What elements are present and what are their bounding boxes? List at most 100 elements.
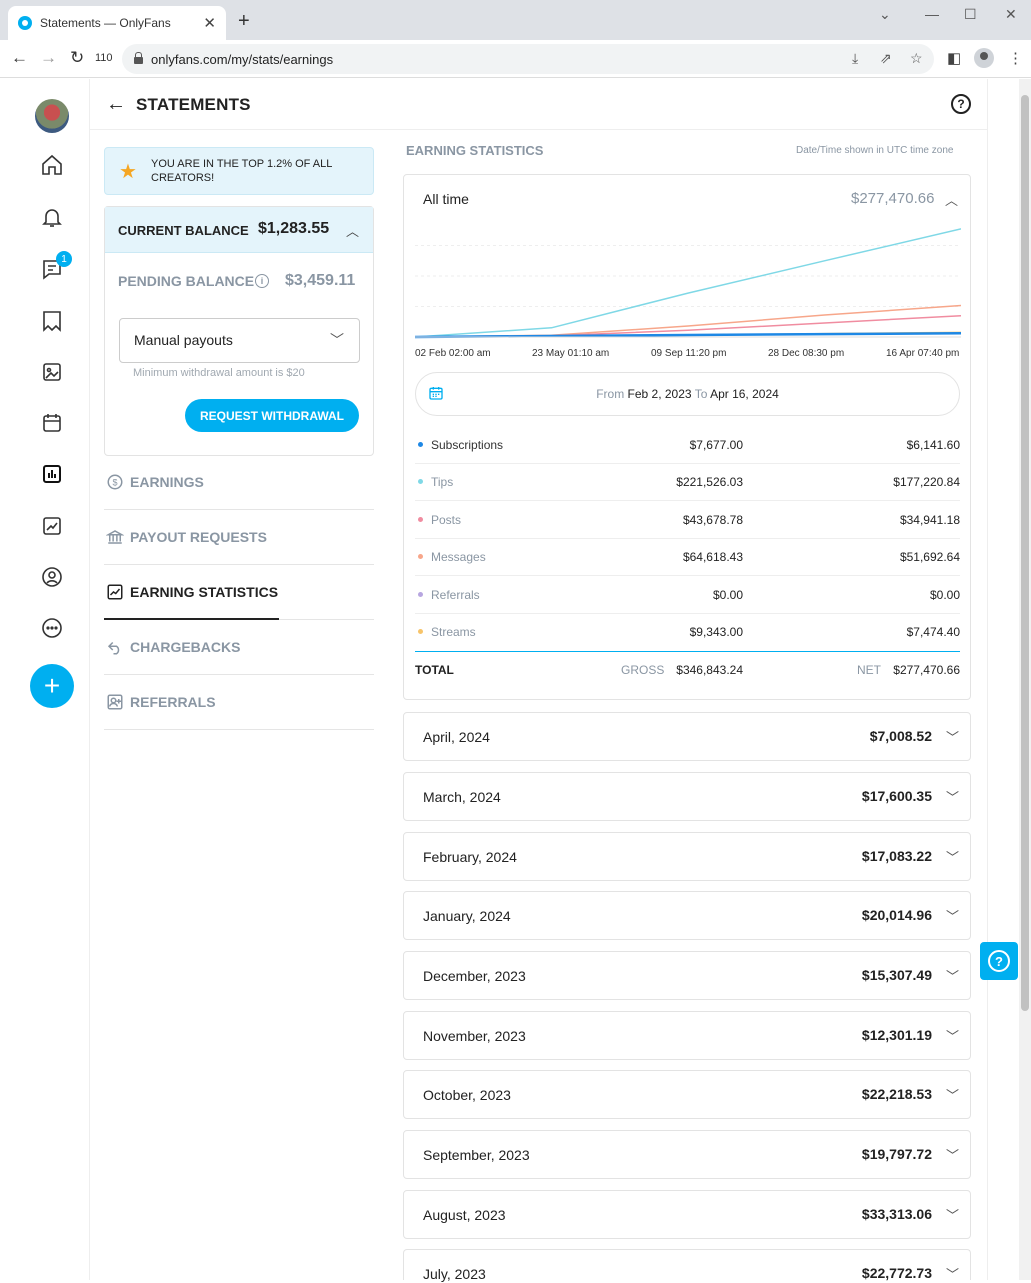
- earnings-line-chart: [415, 228, 961, 339]
- url-text[interactable]: onlyfans.com/my/stats/earnings: [151, 52, 333, 67]
- scrollbar-thumb[interactable]: [1021, 95, 1029, 1011]
- row-gross: $9,343.00: [689, 625, 743, 639]
- new-tab-button[interactable]: +: [238, 10, 250, 33]
- month-card[interactable]: August, 2023 $33,313.06 ﹀: [403, 1190, 971, 1239]
- x-tick-label: 09 Sep 11:20 pm: [651, 348, 727, 359]
- row-name: Tips: [431, 475, 454, 489]
- month-card[interactable]: July, 2023 $22,772.73 ﹀: [403, 1249, 971, 1283]
- total-label: TOTAL: [415, 663, 454, 677]
- month-card[interactable]: January, 2024 $20,014.96 ﹀: [403, 891, 971, 940]
- back-arrow-icon[interactable]: ←: [106, 93, 126, 116]
- minimum-withdrawal-note: Minimum withdrawal amount is $20: [133, 367, 305, 379]
- nav-item-earnings[interactable]: $ EARNINGS: [104, 455, 374, 510]
- maximize-icon[interactable]: ☐: [964, 6, 977, 23]
- chevron-up-icon[interactable]: ︿: [346, 221, 359, 240]
- month-amount: $15,307.49: [861, 967, 932, 983]
- x-tick-label: 23 May 01:10 am: [532, 348, 610, 359]
- date-range-picker[interactable]: From Feb 2, 2023 To Apr 16, 2024: [415, 372, 960, 416]
- forward-icon[interactable]: →: [40, 48, 57, 68]
- month-card[interactable]: October, 2023 $22,218.53 ﹀: [403, 1070, 971, 1119]
- statistics-icon[interactable]: [38, 460, 66, 488]
- month-amount: $7,008.52: [869, 728, 932, 744]
- close-tab-icon[interactable]: ✕: [203, 14, 216, 32]
- chevron-up-icon[interactable]: ︿: [945, 190, 958, 209]
- total-net: $277,470.66: [893, 663, 960, 677]
- menu-kebab-icon[interactable]: ⋮: [1008, 49, 1023, 67]
- month-card[interactable]: November, 2023 $12,301.19 ﹀: [403, 1011, 971, 1060]
- row-name: Posts: [431, 513, 462, 527]
- request-withdrawal-button[interactable]: REQUEST WITHDRAWAL: [185, 399, 359, 432]
- row-net: $6,141.60: [906, 438, 960, 452]
- nav-item-chargebacks[interactable]: CHARGEBACKS: [104, 620, 374, 675]
- series-dot: [418, 479, 423, 484]
- help-icon[interactable]: ?: [951, 94, 971, 114]
- profile-circle-icon[interactable]: [38, 563, 66, 591]
- info-icon[interactable]: i: [255, 274, 269, 288]
- chevron-down-icon[interactable]: ﹀: [946, 1026, 959, 1045]
- top-creator-banner: ★ YOU ARE IN THE TOP 1.2% OF ALL CREATOR…: [104, 147, 374, 195]
- chevron-down-icon[interactable]: ﹀: [946, 847, 959, 866]
- nav-item-referrals[interactable]: REFERRALS: [104, 675, 374, 730]
- nav-label: EARNING STATISTICS: [130, 584, 279, 600]
- chevron-down-icon[interactable]: ﹀: [946, 787, 959, 806]
- current-balance-header[interactable]: CURRENT BALANCE $1,283.55 ︿: [105, 207, 373, 253]
- month-card[interactable]: February, 2024 $17,083.22 ﹀: [403, 832, 971, 881]
- chevron-down-icon[interactable]: ﹀: [946, 966, 959, 985]
- payout-method-select[interactable]: Manual payouts ﹀: [119, 318, 360, 363]
- browser-tab[interactable]: Statements — OnlyFans ✕: [8, 6, 226, 40]
- row-gross: $64,618.43: [682, 550, 743, 564]
- install-icon[interactable]: ⤓: [852, 50, 858, 67]
- chevron-down-icon[interactable]: ﹀: [946, 1205, 959, 1224]
- tab-search-icon[interactable]: ⌄: [879, 6, 891, 23]
- collections-bookmark-icon[interactable]: [38, 307, 66, 335]
- new-post-button[interactable]: +: [30, 664, 74, 708]
- month-card[interactable]: December, 2023 $15,307.49 ﹀: [403, 951, 971, 1000]
- bookmark-star-icon[interactable]: ☆: [910, 50, 923, 67]
- profile-avatar-icon[interactable]: [974, 48, 994, 68]
- nav-label: PAYOUT REQUESTS: [130, 529, 267, 545]
- page-scrollbar[interactable]: [1019, 79, 1031, 1280]
- chevron-down-icon[interactable]: ﹀: [946, 1264, 959, 1283]
- row-name: Referrals: [431, 588, 480, 602]
- chevron-down-icon[interactable]: ﹀: [946, 727, 959, 746]
- chevron-down-icon[interactable]: ﹀: [946, 1085, 959, 1104]
- tab-title: Statements — OnlyFans: [40, 16, 171, 30]
- lock-icon: [134, 52, 143, 64]
- nav-item-earning-statistics[interactable]: EARNING STATISTICS: [104, 565, 374, 620]
- close-window-icon[interactable]: ✕: [1005, 6, 1017, 23]
- minimize-icon[interactable]: —: [925, 6, 939, 22]
- bell-icon[interactable]: [38, 203, 66, 231]
- month-card[interactable]: September, 2023 $19,797.72 ﹀: [403, 1130, 971, 1179]
- payout-method-value: Manual payouts: [134, 332, 233, 348]
- tab-count: 110: [95, 52, 113, 64]
- more-options-icon[interactable]: [38, 614, 66, 642]
- month-amount: $33,313.06: [861, 1206, 932, 1222]
- back-icon[interactable]: ←: [11, 48, 28, 68]
- row-name: Subscriptions: [431, 438, 504, 452]
- side-panel-icon[interactable]: ◧: [947, 49, 961, 67]
- month-amount: $22,772.73: [861, 1265, 932, 1281]
- period-label[interactable]: All time: [423, 191, 469, 207]
- nav-item-payout-requests[interactable]: PAYOUT REQUESTS: [104, 510, 374, 565]
- user-avatar[interactable]: [35, 99, 69, 133]
- x-tick-label: 28 Dec 08:30 pm: [768, 348, 845, 359]
- reload-icon[interactable]: ↻: [70, 48, 84, 68]
- messages-badge: 1: [56, 251, 72, 267]
- help-icon: ?: [988, 950, 1010, 972]
- month-label: December, 2023: [423, 968, 526, 984]
- chevron-down-icon[interactable]: ﹀: [946, 906, 959, 925]
- earnings-row-subscriptions: Subscriptions $7,677.00 $6,141.60: [415, 427, 960, 464]
- month-card[interactable]: March, 2024 $17,600.35 ﹀: [403, 772, 971, 821]
- chevron-down-icon[interactable]: ﹀: [946, 1145, 959, 1164]
- month-card[interactable]: April, 2024 $7,008.52 ﹀: [403, 712, 971, 761]
- share-icon[interactable]: ⇗: [880, 50, 892, 67]
- floating-help-button[interactable]: ?: [980, 942, 1018, 980]
- vault-icon[interactable]: [38, 358, 66, 386]
- trending-chart-icon[interactable]: [38, 512, 66, 540]
- address-bar[interactable]: onlyfans.com/my/stats/earnings ⤓ ⇗ ☆: [122, 44, 934, 74]
- browser-toolbar: ← → ↻ 110 onlyfans.com/my/stats/earnings…: [0, 40, 1031, 78]
- month-amount: $19,797.72: [861, 1146, 932, 1162]
- home-icon[interactable]: [38, 151, 66, 179]
- calendar-queue-icon[interactable]: [38, 409, 66, 437]
- series-dot: [418, 592, 423, 597]
